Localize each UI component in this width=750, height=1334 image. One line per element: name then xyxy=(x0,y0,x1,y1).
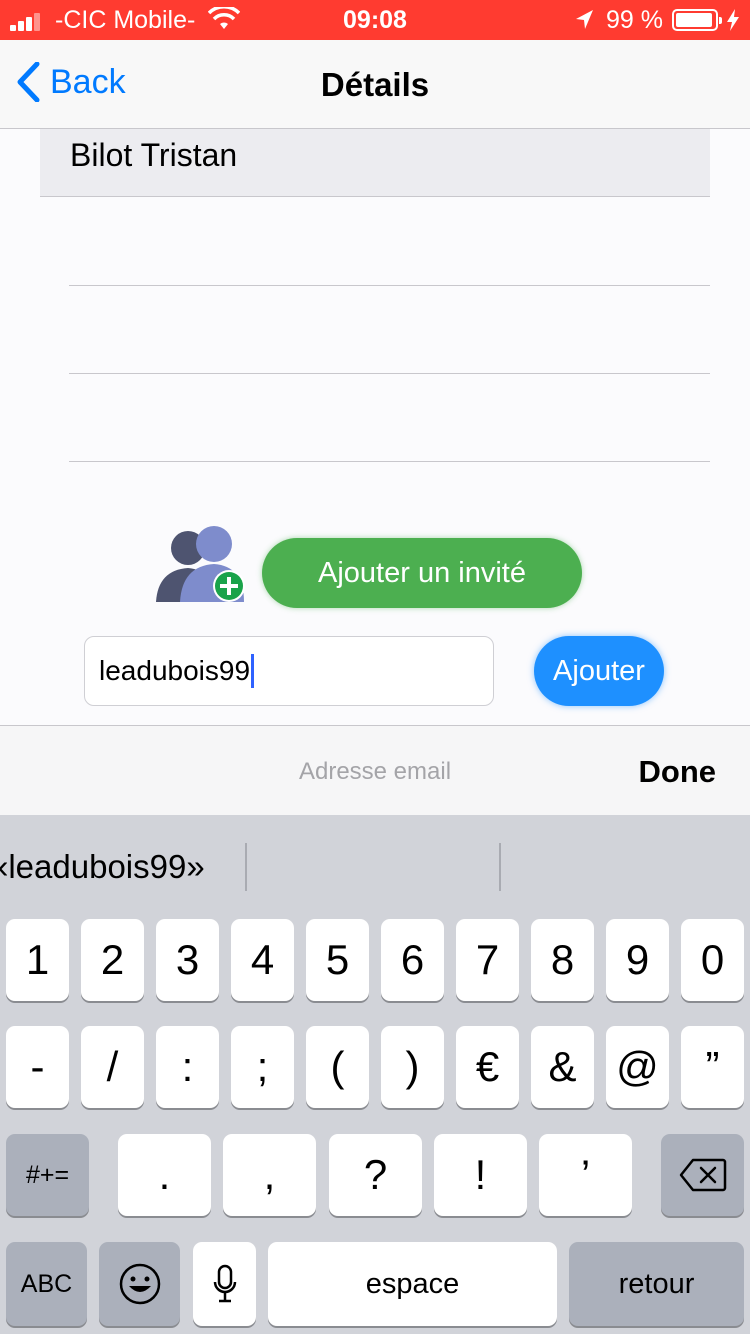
suggestion-divider xyxy=(245,843,247,891)
keyboard-toolbar: Adresse email Done xyxy=(0,725,750,815)
key-4[interactable]: 4 xyxy=(231,919,294,1001)
location-arrow-icon xyxy=(576,10,593,29)
key-1[interactable]: 1 xyxy=(6,919,69,1001)
list-separator xyxy=(69,461,710,462)
dictation-key[interactable] xyxy=(193,1242,256,1326)
page-title: Détails xyxy=(320,66,430,103)
key-comma[interactable]: , xyxy=(223,1134,316,1216)
charging-bolt-icon xyxy=(727,9,739,31)
key-quote[interactable]: ” xyxy=(681,1026,744,1108)
done-button[interactable]: Done xyxy=(639,754,717,790)
suggestion-item[interactable]: «leadubois99» xyxy=(0,848,205,886)
space-key[interactable]: espace xyxy=(268,1242,557,1326)
key-abc[interactable]: ABC xyxy=(6,1242,87,1326)
keyboard: «leadubois99» 1 2 3 4 5 6 7 8 9 0 - / : … xyxy=(0,815,750,1334)
key-5[interactable]: 5 xyxy=(306,919,369,1001)
key-hyphen[interactable]: - xyxy=(6,1026,69,1108)
list-separator xyxy=(69,373,710,374)
key-open-paren[interactable]: ( xyxy=(306,1026,369,1108)
key-at[interactable]: @ xyxy=(606,1026,669,1108)
list-separator xyxy=(69,285,710,286)
key-8[interactable]: 8 xyxy=(531,919,594,1001)
backspace-icon xyxy=(679,1158,726,1192)
key-period[interactable]: . xyxy=(118,1134,211,1216)
guest-name: Bilot Tristan xyxy=(70,137,238,173)
suggestion-divider xyxy=(499,843,501,891)
key-9[interactable]: 9 xyxy=(606,919,669,1001)
key-apostrophe[interactable]: ’ xyxy=(539,1134,632,1216)
return-key[interactable]: retour xyxy=(569,1242,744,1326)
toolbar-placeholder: Adresse email xyxy=(298,758,452,785)
microphone-icon xyxy=(213,1264,236,1303)
key-question[interactable]: ? xyxy=(329,1134,422,1216)
key-exclamation[interactable]: ! xyxy=(434,1134,527,1216)
key-ampersand[interactable]: & xyxy=(531,1026,594,1108)
key-slash[interactable]: / xyxy=(81,1026,144,1108)
key-0[interactable]: 0 xyxy=(681,919,744,1001)
navigation-bar: Back Détails xyxy=(0,40,750,129)
key-semicolon[interactable]: ; xyxy=(231,1026,294,1108)
emoji-key[interactable] xyxy=(99,1242,180,1326)
key-more-symbols[interactable]: #+= xyxy=(6,1134,89,1216)
battery-icon xyxy=(672,9,722,31)
ajouter-button[interactable]: Ajouter xyxy=(534,636,664,706)
email-field[interactable]: leadubois99 xyxy=(84,636,494,706)
key-6[interactable]: 6 xyxy=(381,919,444,1001)
key-7[interactable]: 7 xyxy=(456,919,519,1001)
key-colon[interactable]: : xyxy=(156,1026,219,1108)
status-bar: -CIC Mobile- 09:08 99 % xyxy=(0,0,750,40)
battery-percentage: 99 % xyxy=(606,6,663,34)
add-guest-icon xyxy=(156,526,245,602)
key-3[interactable]: 3 xyxy=(156,919,219,1001)
email-value: leadubois99 xyxy=(99,655,251,686)
add-guest-button[interactable]: Ajouter un invité xyxy=(262,538,582,608)
emoji-icon xyxy=(119,1263,160,1305)
key-2[interactable]: 2 xyxy=(81,919,144,1001)
key-euro[interactable]: € xyxy=(456,1026,519,1108)
list-item[interactable]: Bilot Tristan xyxy=(40,129,710,197)
key-close-paren[interactable]: ) xyxy=(381,1026,444,1108)
text-cursor xyxy=(251,654,255,688)
delete-key[interactable] xyxy=(661,1134,744,1216)
suggestion-bar: «leadubois99» xyxy=(0,815,750,915)
